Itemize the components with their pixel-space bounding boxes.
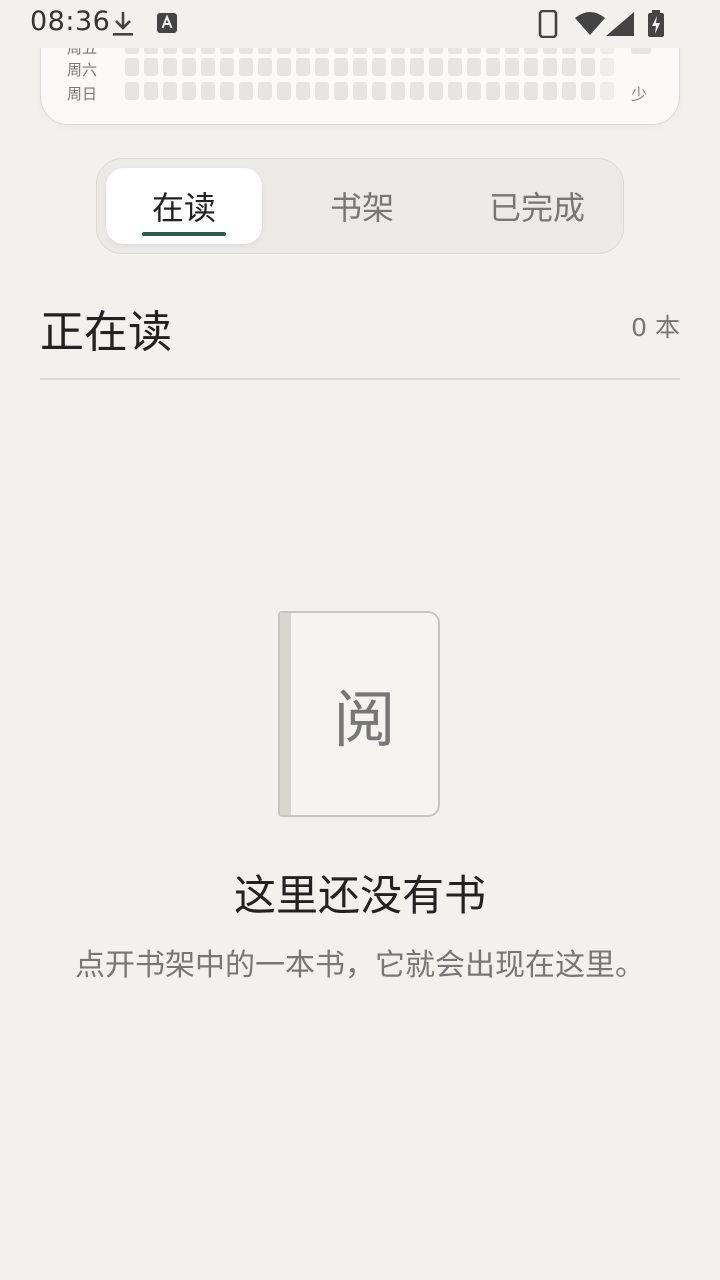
heatmap-cell bbox=[486, 58, 500, 76]
heatmap-cell bbox=[524, 82, 538, 100]
signal-icon bbox=[606, 12, 634, 36]
heatmap-cell bbox=[239, 82, 253, 100]
heatmap-cell bbox=[182, 58, 196, 76]
heatmap-cell bbox=[125, 82, 139, 100]
heatmap-cell bbox=[429, 58, 443, 76]
heatmap-cell bbox=[524, 58, 538, 76]
heatmap-cell bbox=[163, 82, 177, 100]
heatmap-row-sunday: 周日 bbox=[41, 82, 679, 103]
heatmap-cell bbox=[429, 82, 443, 100]
heatmap-row-saturday: 周六 bbox=[41, 58, 679, 79]
tab-bookshelf[interactable]: 书架 bbox=[282, 168, 442, 244]
heatmap-cell bbox=[296, 58, 310, 76]
text-a-icon bbox=[157, 13, 177, 33]
heatmap-cell bbox=[391, 82, 405, 100]
section-title: 正在读 bbox=[40, 307, 172, 358]
section-divider bbox=[40, 378, 680, 380]
empty-book-icon: 阅 bbox=[278, 611, 440, 817]
heatmap-cell bbox=[144, 58, 158, 76]
heatmap-legend-less: 少 bbox=[631, 85, 648, 104]
tab-reading-label: 在读 bbox=[151, 189, 216, 227]
heatmap-cell bbox=[258, 58, 272, 76]
heatmap-cell bbox=[467, 58, 481, 76]
heatmap-cell bbox=[296, 82, 310, 100]
book-count: 0 本 bbox=[631, 313, 680, 342]
heatmap-cell bbox=[258, 82, 272, 100]
heatmap-cell bbox=[581, 82, 595, 100]
heatmap-cell bbox=[353, 82, 367, 100]
tab-bookshelf-label: 书架 bbox=[329, 189, 394, 227]
heatmap-cell bbox=[543, 58, 557, 76]
heatmap-cell bbox=[201, 58, 215, 76]
bookshelf-tabs: 在读 书架 已完成 bbox=[96, 158, 624, 254]
screen: 周五 周六 周日 少 08:36 在读 书架 已完成 正在读 0 本 阅 这里还… bbox=[0, 0, 720, 1280]
status-time: 08:36 bbox=[30, 6, 111, 37]
heatmap-cell bbox=[315, 58, 329, 76]
heatmap-cell bbox=[600, 82, 614, 100]
heatmap-cell bbox=[543, 82, 557, 100]
heatmap-cell bbox=[201, 82, 215, 100]
heatmap-cell bbox=[353, 58, 367, 76]
heatmap-day-label: 周六 bbox=[67, 61, 98, 79]
heatmap-cell bbox=[239, 58, 253, 76]
heatmap-cell bbox=[562, 58, 576, 76]
heatmap-cell bbox=[277, 58, 291, 76]
empty-state-description: 点开书架中的一本书，它就会出现在这里。 bbox=[75, 948, 645, 983]
heatmap-cell bbox=[334, 82, 348, 100]
battery-charging-icon bbox=[648, 10, 664, 37]
heatmap-cell bbox=[220, 58, 234, 76]
heatmap-cell bbox=[581, 58, 595, 76]
tab-finished-label: 已完成 bbox=[488, 189, 585, 227]
wifi-icon bbox=[575, 12, 605, 35]
heatmap-cell bbox=[391, 58, 405, 76]
book-spine bbox=[280, 613, 291, 815]
heatmap-cell bbox=[467, 82, 481, 100]
heatmap-cell bbox=[562, 82, 576, 100]
heatmap-cell bbox=[125, 58, 139, 76]
tab-finished[interactable]: 已完成 bbox=[457, 168, 617, 244]
heatmap-cell bbox=[315, 82, 329, 100]
empty-state-title: 这里还没有书 bbox=[233, 871, 486, 920]
heatmap-cell bbox=[144, 82, 158, 100]
heatmap-cell bbox=[220, 82, 234, 100]
heatmap-cell bbox=[448, 82, 462, 100]
book-cover-char: 阅 bbox=[333, 683, 396, 756]
heatmap-cell bbox=[277, 82, 291, 100]
heatmap-cell bbox=[334, 58, 348, 76]
heatmap-cell bbox=[182, 82, 196, 100]
heatmap-cell bbox=[410, 82, 424, 100]
heatmap-cell bbox=[163, 58, 177, 76]
heatmap-cell bbox=[505, 58, 519, 76]
heatmap-cell bbox=[372, 82, 386, 100]
heatmap-cell bbox=[448, 58, 462, 76]
heatmap-cell bbox=[372, 58, 386, 76]
download-icon bbox=[113, 12, 133, 36]
heatmap-cell bbox=[486, 82, 500, 100]
phone-icon bbox=[538, 10, 558, 38]
tab-reading[interactable]: 在读 bbox=[106, 168, 262, 244]
tab-active-indicator bbox=[142, 232, 226, 236]
heatmap-cell bbox=[505, 82, 519, 100]
heatmap-cell bbox=[600, 58, 614, 76]
heatmap-cell bbox=[410, 58, 424, 76]
status-bar: 08:36 bbox=[0, 0, 720, 48]
heatmap-day-label: 周日 bbox=[67, 85, 98, 103]
